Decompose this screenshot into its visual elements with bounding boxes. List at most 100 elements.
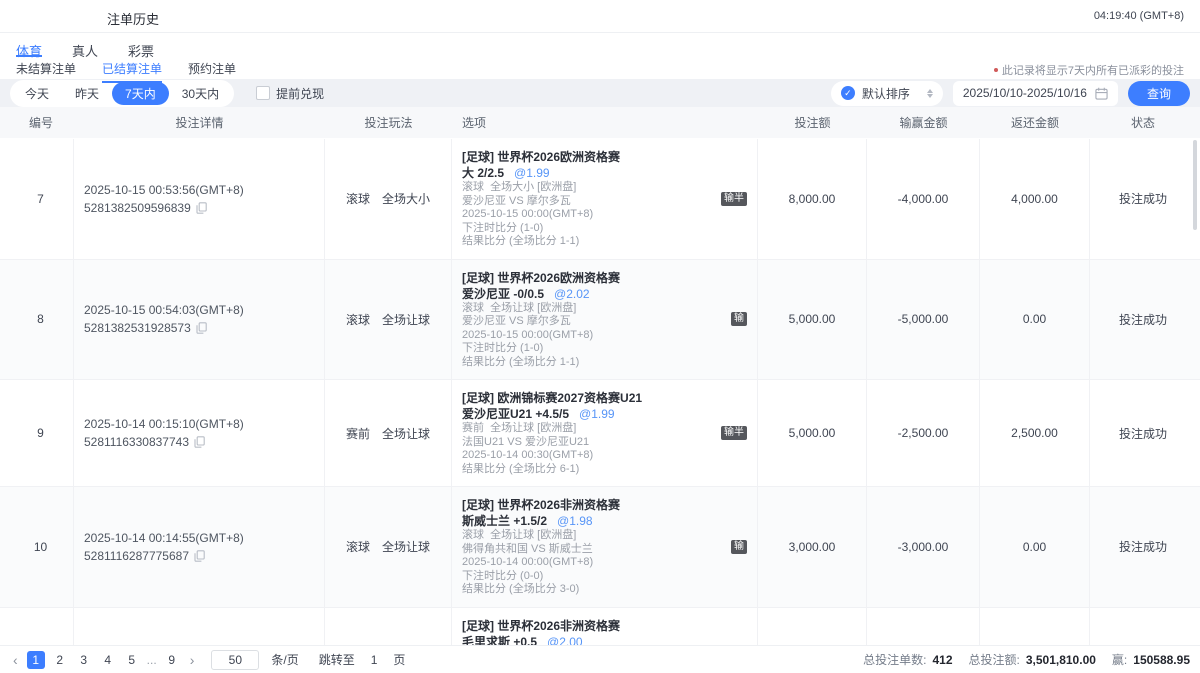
option-league: [足球] 世界杯2026非洲资格赛 (462, 497, 747, 513)
page-button-1[interactable]: 1 (27, 651, 45, 669)
prev-page-button[interactable]: ‹ (10, 652, 21, 668)
jump-to-label: 跳转至 (319, 651, 355, 668)
total-win-label: 赢: (1112, 651, 1127, 668)
bet-amount: 5,000.00 (789, 426, 836, 440)
subtab-未结算注单[interactable]: 未结算注单 (16, 60, 76, 83)
checkbox-icon[interactable] (256, 86, 270, 100)
option-cell: [足球] 欧洲锦标赛2027资格赛U21爱沙尼亚U21 +4.5/5@1.99赛… (452, 380, 758, 486)
jump-page-value[interactable]: 1 (371, 653, 378, 667)
order-id-line: 5281382531928573 (84, 319, 314, 337)
scrollbar-thumb[interactable] (1193, 140, 1197, 230)
range-pill-30天内[interactable]: 30天内 (169, 82, 232, 105)
copy-icon[interactable] (196, 202, 207, 214)
option-pick: 爱沙尼亚 -0/0.5 (462, 287, 544, 301)
table-body: 72025-10-15 00:53:56(GMT+8)5281382509596… (0, 139, 1200, 645)
option-pick: 大 2/2.5 (462, 166, 504, 180)
row-number-cell: 7 (8, 139, 74, 259)
row-number: 9 (37, 426, 44, 440)
status-cell: 投注成功 (1090, 608, 1196, 646)
order-id-line: 5281116330837743 (84, 433, 314, 451)
status-cell: 投注成功 (1090, 139, 1196, 259)
option-league: [足球] 欧洲锦标赛2027资格赛U21 (462, 390, 747, 406)
play-type: 滚球 (346, 538, 370, 555)
option-league: [足球] 世界杯2026非洲资格赛 (462, 618, 747, 634)
option-match: 佛得角共和国 VS 斯威士兰 (462, 543, 747, 557)
range-pill-昨天[interactable]: 昨天 (62, 82, 112, 105)
copy-icon[interactable] (194, 436, 205, 448)
page-button-9[interactable]: 9 (163, 651, 181, 669)
option-market: 滚球 全场让球 [欧洲盘] (462, 529, 747, 543)
result-badge: 输 (731, 540, 747, 554)
sort-select[interactable]: ✓ 默认排序 (831, 81, 943, 106)
table-row: 72025-10-15 00:53:56(GMT+8)5281382509596… (0, 139, 1200, 260)
sort-select-label: 默认排序 (862, 85, 910, 102)
play-type: 滚球 (346, 311, 370, 328)
play-name: 全场让球 (382, 425, 430, 442)
bet-details-cell: 2025-10-14 00:15:10(GMT+8)52811163308377… (74, 380, 325, 486)
bet-time: 2025-10-15 00:53:56(GMT+8) (84, 181, 314, 199)
bet-amount: 8,000.00 (789, 192, 836, 206)
refund-cell: 0.00 (980, 487, 1090, 607)
bet-details-cell: 2025-10-15 00:54:03(GMT+8)52813825319285… (74, 260, 325, 380)
option-odds: @1.99 (579, 407, 615, 421)
total-win: 赢:150588.95 (1112, 651, 1190, 668)
column-header-返还金额: 返还金额 (980, 114, 1090, 131)
tab-彩票[interactable]: 彩票 (128, 41, 154, 57)
page-button-4[interactable]: 4 (99, 651, 117, 669)
copy-icon[interactable] (196, 322, 207, 334)
play-cell: 滚球全场让球 (325, 487, 452, 607)
option-odds: @1.99 (514, 166, 550, 180)
subtab-已结算注单[interactable]: 已结算注单 (102, 60, 162, 83)
option-match-time: 2025-10-15 00:00(GMT+8) (462, 208, 747, 222)
bet-status: 投注成功 (1119, 538, 1167, 555)
option-live-score: 下注时比分 (1-0) (462, 342, 747, 356)
bet-details-cell: 2025-10-15 00:53:56(GMT+8)52813825095968… (74, 139, 325, 259)
option-pick-line: 爱沙尼亚 -0/0.5@2.02 (462, 286, 747, 302)
early-cashout-checkbox[interactable]: 提前兑现 (256, 85, 324, 102)
copy-icon[interactable] (194, 550, 205, 562)
filter-bar: 今天昨天7天内30天内 提前兑现 ✓ 默认排序 2025/10/10-2025/… (0, 79, 1200, 107)
page-button-3[interactable]: 3 (75, 651, 93, 669)
column-header-编号: 编号 (8, 114, 74, 131)
filter-right-group: ✓ 默认排序 2025/10/10-2025/10/16 查询 (831, 81, 1190, 106)
pagination: ‹12345...9›条/页跳转至1页 (10, 650, 405, 670)
bet-history-page: 注单历史 04:19:40 (GMT+8) 体育真人彩票 未结算注单已结算注单预… (0, 0, 1200, 673)
play-name: 全场让球 (382, 538, 430, 555)
option-pick-line: 毛里求斯 +0.5@2.00 (462, 634, 747, 646)
refund-cell: 4,000.00 (980, 139, 1090, 259)
refund-cell: 0.00 (980, 260, 1090, 380)
next-page-button[interactable]: › (187, 652, 198, 668)
refund-amount: 0.00 (1023, 312, 1046, 326)
page-size-input[interactable] (211, 650, 259, 670)
range-pill-7天内[interactable]: 7天内 (112, 82, 169, 105)
bet-amount-cell: 5,000.00 (758, 380, 867, 486)
status-cell: 投注成功 (1090, 380, 1196, 486)
page-ellipsis: ... (147, 653, 157, 667)
page-button-2[interactable]: 2 (51, 651, 69, 669)
subtab-预约注单[interactable]: 预约注单 (188, 60, 236, 83)
bet-amount-cell: 5,000.00 (758, 260, 867, 380)
play-name: 全场让球 (382, 311, 430, 328)
check-circle-icon: ✓ (841, 86, 855, 100)
notice-dot-icon (994, 68, 998, 72)
tab-体育[interactable]: 体育 (16, 41, 42, 57)
option-pick: 毛里求斯 +0.5 (462, 635, 537, 646)
order-id-line: 5281116287775687 (84, 547, 314, 565)
play-type: 滚球 (346, 190, 370, 207)
bet-time: 2025-10-15 00:54:03(GMT+8) (84, 301, 314, 319)
option-market: 滚球 全场让球 [欧洲盘] (462, 302, 747, 316)
bet-amount-cell: 8,000.00 (758, 139, 867, 259)
total-bet-amount-value: 3,501,810.00 (1026, 653, 1096, 667)
row-number-cell: 11 (8, 608, 74, 646)
search-button[interactable]: 查询 (1128, 81, 1190, 106)
range-pill-今天[interactable]: 今天 (12, 82, 62, 105)
row-number-cell: 9 (8, 380, 74, 486)
play-cell: 滚球全场让球 (325, 260, 452, 380)
option-result: 结果比分 (全场比分 3-0) (462, 583, 747, 597)
order-id: 5281116287775687 (84, 547, 189, 565)
tab-真人[interactable]: 真人 (72, 41, 98, 57)
date-range-input[interactable]: 2025/10/10-2025/10/16 (953, 81, 1118, 106)
option-cell: [足球] 世界杯2026欧洲资格赛大 2/2.5@1.99滚球 全场大小 [欧洲… (452, 139, 758, 259)
row-number-cell: 8 (8, 260, 74, 380)
page-button-5[interactable]: 5 (123, 651, 141, 669)
